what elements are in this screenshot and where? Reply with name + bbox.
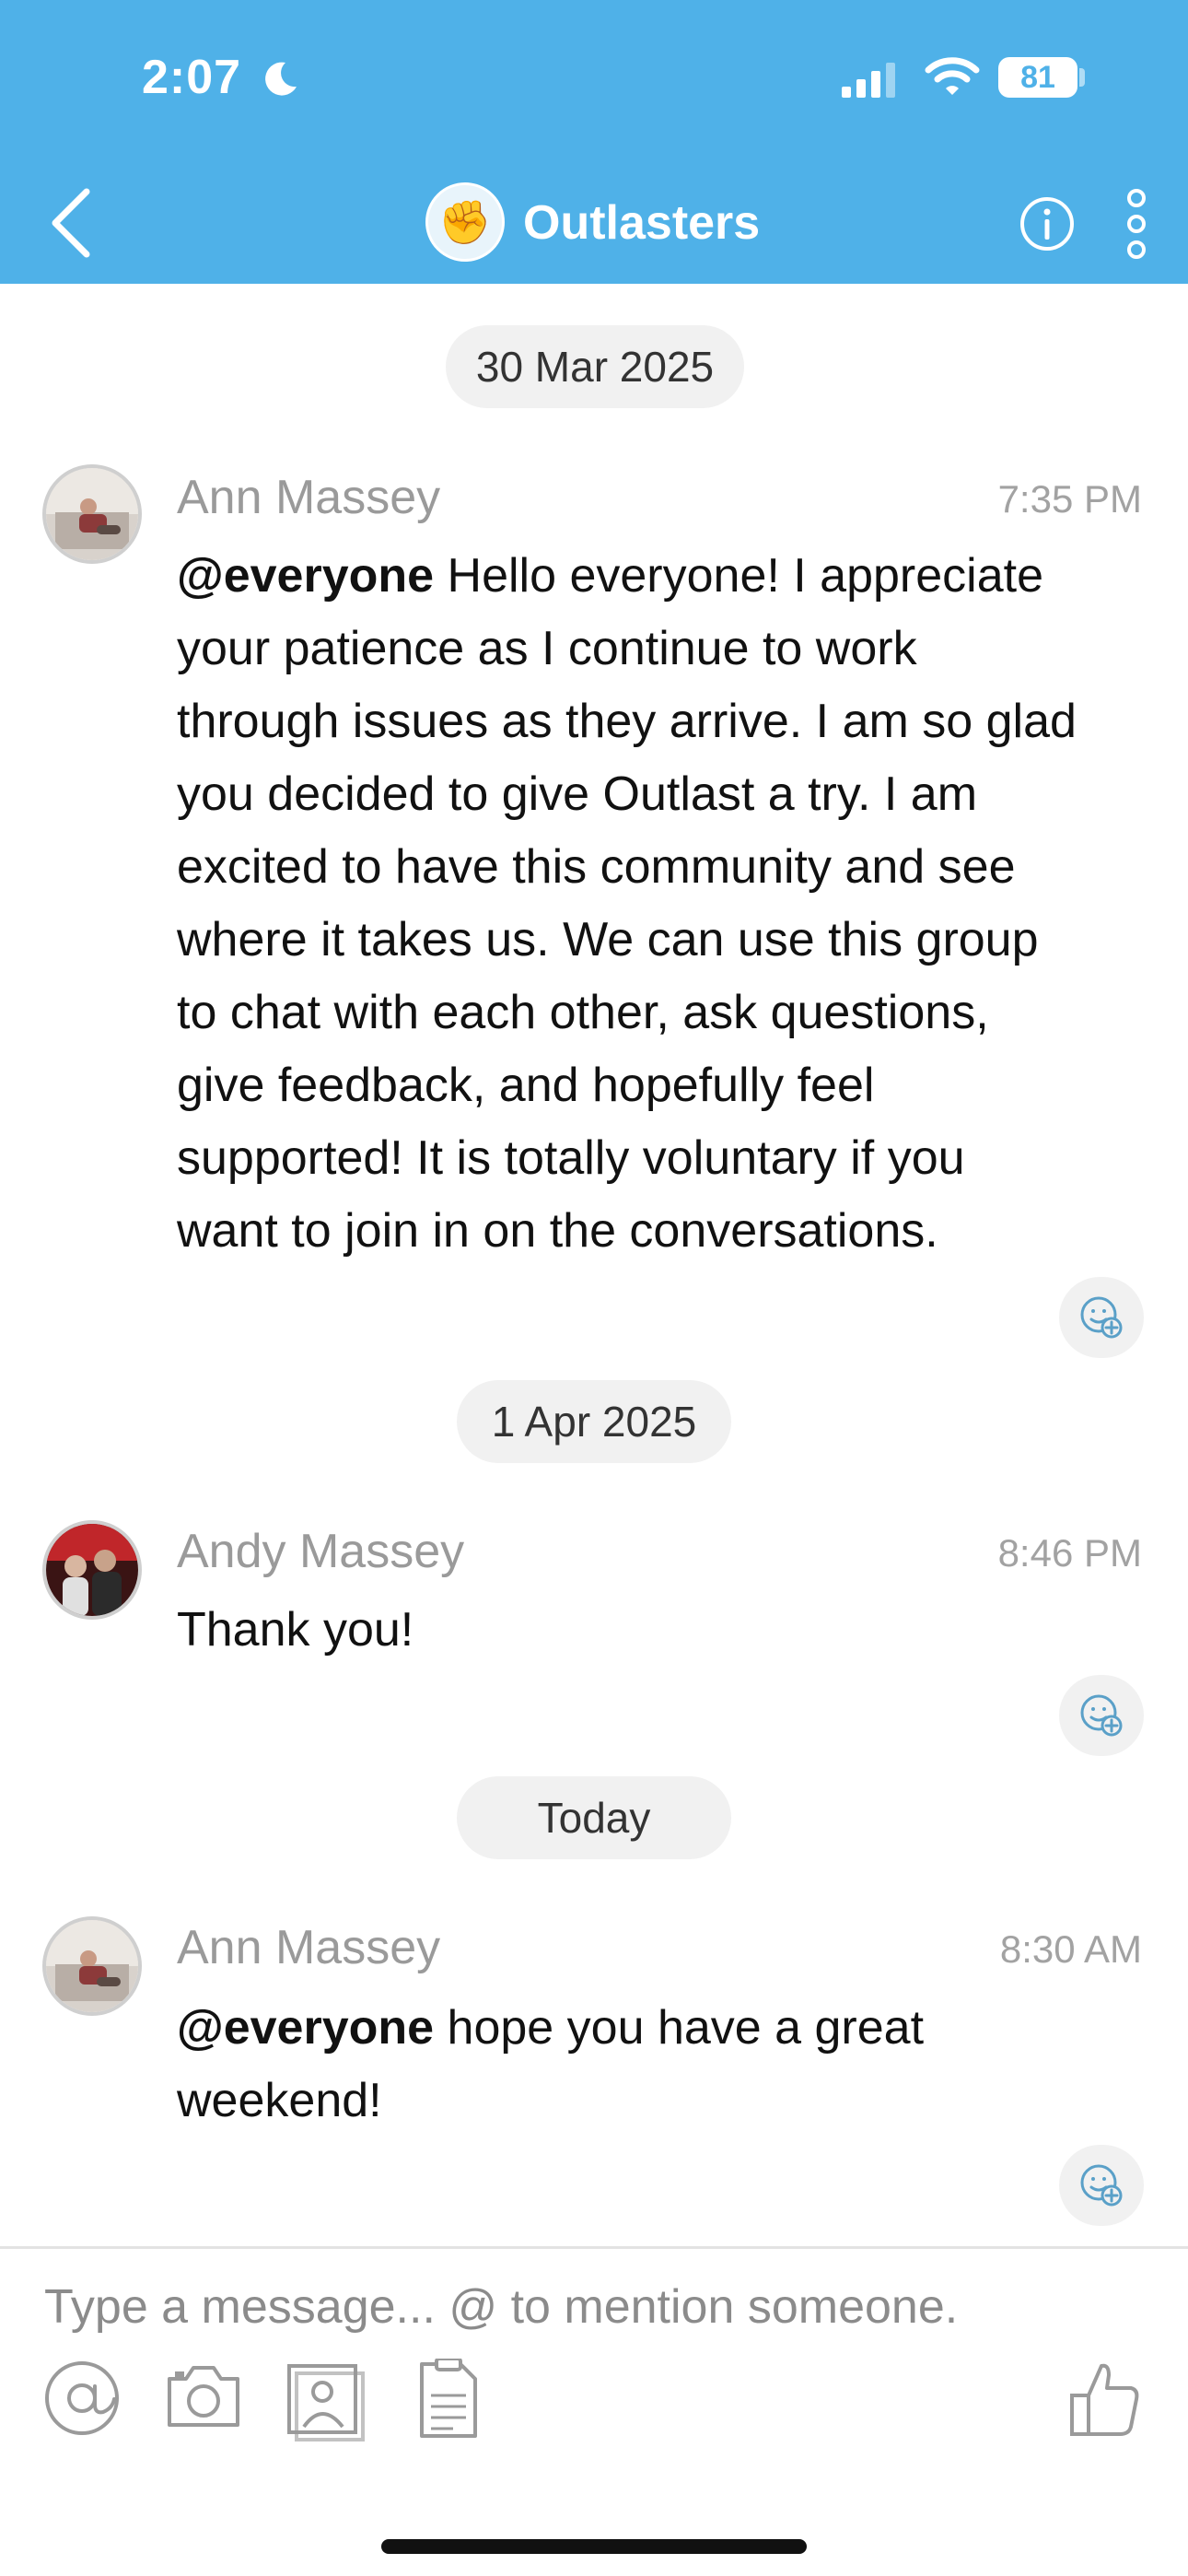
message-line: want to join in on the conversations. <box>177 1204 938 1258</box>
message-line: excited to have this community and see <box>177 840 1016 894</box>
message-line: to chat with each other, ask questions, <box>177 986 989 1039</box>
mention-tag[interactable]: @everyone <box>177 549 434 603</box>
message-line: your patience as I continue to work <box>177 622 917 675</box>
battery-indicator: 81 <box>998 57 1077 98</box>
message-text: Thank you! <box>177 1603 414 1657</box>
info-icon[interactable] <box>1019 195 1076 252</box>
cellular-signal-icon <box>842 63 895 98</box>
message-line: where it takes us. We can use this group <box>177 913 1039 966</box>
message-timestamp: 8:46 PM <box>997 1531 1142 1575</box>
avatar[interactable] <box>42 464 142 564</box>
add-reaction-icon <box>1080 1694 1123 1737</box>
sender-name[interactable]: Ann Massey <box>177 470 440 525</box>
message-line: @everyone Hello everyone! I appreciate <box>177 549 1044 603</box>
moon-icon <box>265 62 297 96</box>
home-indicator <box>381 2539 807 2554</box>
wifi-icon <box>925 57 980 95</box>
message-line: give feedback, and hopefully feel <box>177 1059 875 1112</box>
photo-library-icon[interactable] <box>285 2359 365 2441</box>
avatar[interactable] <box>42 1916 142 2016</box>
more-vertical-icon[interactable] <box>1124 188 1149 260</box>
document-icon[interactable] <box>416 2359 481 2441</box>
battery-cap <box>1079 68 1085 87</box>
message-line: you decided to give Outlast a try. I am <box>177 767 978 821</box>
add-reaction-button[interactable] <box>1059 1675 1144 1756</box>
add-reaction-icon <box>1080 1296 1123 1339</box>
message-line: through issues as they arrive. I am so g… <box>177 695 1077 748</box>
mention-tag[interactable]: @everyone <box>177 2001 434 2055</box>
message-text: @everyone hope you have a great weekend! <box>177 1992 1153 2137</box>
group-title[interactable]: Outlasters <box>523 195 760 251</box>
message-line: @everyone hope you have a great <box>177 2001 925 2055</box>
message-line: weekend! <box>177 2074 382 2127</box>
status-time: 2:07 <box>142 51 242 104</box>
back-chevron-icon[interactable] <box>44 184 99 262</box>
message-timestamp: 8:30 AM <box>999 1927 1142 1971</box>
avatar[interactable] <box>42 1520 142 1620</box>
message-line: supported! It is totally voluntary if yo… <box>177 1131 965 1185</box>
chat-header: 2:07 81 ✊ Outlasters <box>0 0 1188 284</box>
thumbs-up-icon[interactable] <box>1068 2359 1142 2438</box>
group-avatar[interactable]: ✊ <box>425 182 505 262</box>
date-separator: 30 Mar 2025 <box>446 325 744 408</box>
message-timestamp: 7:35 PM <box>997 477 1142 521</box>
message-input[interactable]: Type a message... @ to mention someone. <box>44 2279 1140 2335</box>
add-reaction-button[interactable] <box>1059 2145 1144 2226</box>
sender-name[interactable]: Ann Massey <box>177 1920 440 1975</box>
add-reaction-button[interactable] <box>1059 1277 1144 1358</box>
sender-name[interactable]: Andy Massey <box>177 1524 464 1579</box>
camera-icon[interactable] <box>164 2359 243 2432</box>
message-text: @everyone Hello everyone! I appreciate y… <box>177 540 1153 1268</box>
at-sign-icon[interactable] <box>42 2359 122 2438</box>
date-separator: 1 Apr 2025 <box>457 1380 731 1463</box>
add-reaction-icon <box>1080 2164 1123 2207</box>
composer-divider <box>0 2246 1188 2249</box>
date-separator: Today <box>457 1776 731 1859</box>
